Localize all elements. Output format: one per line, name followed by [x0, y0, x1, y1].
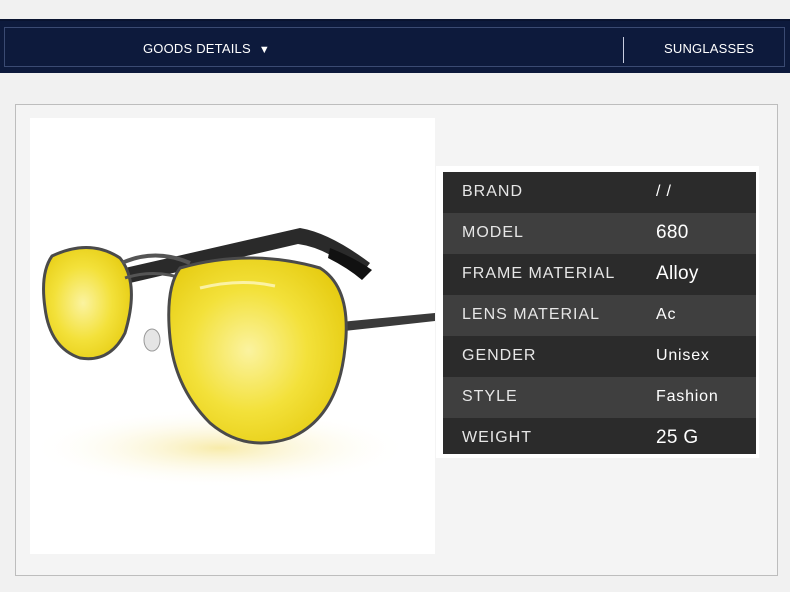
spec-label: STYLE: [462, 388, 518, 405]
spec-label: FRAME MATERIAL: [462, 265, 616, 282]
spec-value: Unisex: [656, 347, 710, 364]
spec-label: MODEL: [462, 224, 524, 241]
sunglasses-icon: [30, 228, 435, 488]
spec-row-frame-material: FRAME MATERIAL Alloy: [443, 254, 756, 295]
nav-divider: [623, 37, 624, 63]
spec-label: WEIGHT: [462, 429, 532, 446]
spec-value: Alloy: [656, 263, 699, 284]
category-link-sunglasses[interactable]: SUNGLASSES: [664, 41, 754, 56]
spec-label: BRAND: [462, 183, 524, 200]
spec-value: / /: [656, 183, 672, 200]
goods-details-menu[interactable]: GOODS DETAILS ▼: [143, 41, 270, 56]
spec-row-brand: BRAND / /: [443, 172, 756, 213]
chevron-down-icon: ▼: [258, 44, 270, 56]
spec-value: Ac: [656, 306, 677, 323]
spec-row-gender: GENDER Unisex: [443, 336, 756, 377]
spec-row-style: STYLE Fashion: [443, 377, 756, 418]
top-navigation-bar: GOODS DETAILS ▼ SUNGLASSES: [0, 19, 790, 73]
specs-table: BRAND / / MODEL 680 FRAME MATERIAL Alloy…: [443, 172, 756, 454]
spec-row-weight: WEIGHT 25 G: [443, 418, 756, 454]
goods-details-label: GOODS DETAILS: [143, 41, 251, 56]
spec-row-lens-material: LENS MATERIAL Ac: [443, 295, 756, 336]
nav-inner-frame: GOODS DETAILS ▼ SUNGLASSES: [4, 27, 785, 67]
spec-label: LENS MATERIAL: [462, 306, 601, 323]
spec-label: GENDER: [462, 347, 537, 364]
spec-value: 680: [656, 222, 689, 243]
spec-value: 25 G: [656, 427, 699, 448]
product-image: [30, 118, 435, 554]
spec-value: Fashion: [656, 388, 719, 405]
spec-row-model: MODEL 680: [443, 213, 756, 254]
